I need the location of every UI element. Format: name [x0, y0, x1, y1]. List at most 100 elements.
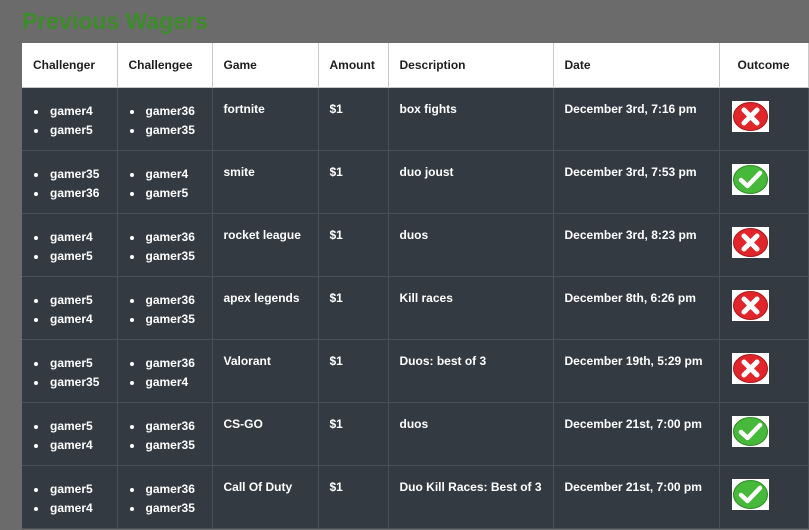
red-x-icon: [731, 226, 769, 258]
challenger-list: gamer4 gamer5: [33, 102, 106, 140]
challengee-list: gamer4 gamer5: [129, 165, 201, 203]
challengee-cell: gamer4 gamer5: [117, 150, 213, 214]
header-description: Description: [388, 43, 554, 88]
amount-cell: $1: [318, 150, 389, 214]
challenger-name: gamer35: [33, 373, 106, 392]
green-check-icon: [731, 163, 769, 195]
table-row: gamer5 gamer4 gamer36 gamer35 CS-GO $1 duos Dec…: [22, 402, 809, 466]
description-cell: Kill races: [388, 276, 554, 340]
date-cell: December 21st, 7:00 pm: [553, 402, 720, 466]
challengee-name: gamer4: [129, 165, 201, 184]
challengee-list: gamer36 gamer35: [129, 480, 201, 518]
challengee-cell: gamer36 gamer35: [117, 87, 213, 151]
table-row: gamer5 gamer4 gamer36 gamer35 Call Of Duty $1…: [22, 465, 809, 529]
page: Previous Wagers Challenger Challengee Ga…: [0, 0, 809, 530]
table-row: gamer4 gamer5 gamer36 gamer35 rocket league $…: [22, 213, 809, 277]
date-cell: December 8th, 6:26 pm: [553, 276, 720, 340]
challenger-name: gamer5: [33, 354, 106, 373]
game-cell: Call Of Duty: [212, 465, 319, 529]
challenger-cell: gamer5 gamer4: [22, 402, 118, 466]
challenger-cell: gamer4 gamer5: [22, 87, 118, 151]
challengee-name: gamer35: [129, 436, 201, 455]
table-row: gamer5 gamer4 gamer36 gamer35 apex legends $1…: [22, 276, 809, 340]
challenger-list: gamer35 gamer36: [33, 165, 106, 203]
description-cell: Duos: best of 3: [388, 339, 554, 403]
header-outcome: Outcome: [719, 43, 809, 88]
challengee-name: gamer5: [129, 184, 201, 203]
challenger-cell: gamer5 gamer4: [22, 465, 118, 529]
outcome-cell: [719, 150, 809, 214]
challenger-name: gamer4: [33, 499, 106, 518]
date-cell: December 21st, 7:00 pm: [553, 465, 720, 529]
challenger-name: gamer5: [33, 417, 106, 436]
challengee-name: gamer35: [129, 499, 201, 518]
challenger-cell: gamer35 gamer36: [22, 150, 118, 214]
date-cell: December 3rd, 7:16 pm: [553, 87, 720, 151]
table-header-row: Challenger Challengee Game Amount Descri…: [22, 43, 809, 88]
table-body: gamer4 gamer5 gamer36 gamer35 fortnite $1 box …: [22, 87, 809, 529]
header-challengee: Challengee: [117, 43, 213, 88]
red-x-icon: [731, 352, 769, 384]
challenger-name: gamer35: [33, 165, 106, 184]
amount-cell: $1: [318, 87, 389, 151]
red-x-icon: [731, 100, 769, 132]
challenger-cell: gamer5 gamer35: [22, 339, 118, 403]
game-cell: apex legends: [212, 276, 319, 340]
header-game: Game: [212, 43, 319, 88]
challengee-name: gamer35: [129, 310, 201, 329]
challenger-cell: gamer4 gamer5: [22, 213, 118, 277]
outcome-cell: [719, 465, 809, 529]
challengee-list: gamer36 gamer35: [129, 417, 201, 455]
challenger-name: gamer5: [33, 121, 106, 140]
header-date: Date: [553, 43, 720, 88]
table-row: gamer4 gamer5 gamer36 gamer35 fortnite $1 box …: [22, 87, 809, 151]
description-cell: Duo Kill Races: Best of 3: [388, 465, 554, 529]
table-header: Challenger Challengee Game Amount Descri…: [22, 43, 809, 88]
challenger-name: gamer5: [33, 247, 106, 266]
challengee-name: gamer35: [129, 247, 201, 266]
game-cell: smite: [212, 150, 319, 214]
challenger-name: gamer36: [33, 184, 106, 203]
table-row: gamer35 gamer36 gamer4 gamer5 smite $1 duo jou…: [22, 150, 809, 214]
challengee-name: gamer35: [129, 121, 201, 140]
challenger-name: gamer4: [33, 310, 106, 329]
wagers-table: Challenger Challengee Game Amount Descri…: [22, 43, 809, 529]
date-cell: December 3rd, 7:53 pm: [553, 150, 720, 214]
amount-cell: $1: [318, 276, 389, 340]
challengee-name: gamer36: [129, 228, 201, 247]
red-x-icon: [731, 289, 769, 321]
date-cell: December 19th, 5:29 pm: [553, 339, 720, 403]
challenger-name: gamer5: [33, 291, 106, 310]
challengee-name: gamer4: [129, 373, 201, 392]
challengee-cell: gamer36 gamer4: [117, 339, 213, 403]
challengee-name: gamer36: [129, 291, 201, 310]
challenger-list: gamer5 gamer4: [33, 417, 106, 455]
challengee-name: gamer36: [129, 417, 201, 436]
challengee-cell: gamer36 gamer35: [117, 402, 213, 466]
outcome-cell: [719, 402, 809, 466]
challengee-list: gamer36 gamer4: [129, 354, 201, 392]
page-title: Previous Wagers: [22, 8, 208, 34]
game-cell: fortnite: [212, 87, 319, 151]
description-cell: box fights: [388, 87, 554, 151]
amount-cell: $1: [318, 213, 389, 277]
outcome-cell: [719, 339, 809, 403]
challengee-name: gamer36: [129, 480, 201, 499]
challenger-list: gamer5 gamer35: [33, 354, 106, 392]
challenger-list: gamer5 gamer4: [33, 480, 106, 518]
challengee-name: gamer36: [129, 354, 201, 373]
amount-cell: $1: [318, 339, 389, 403]
challengee-cell: gamer36 gamer35: [117, 465, 213, 529]
challenger-list: gamer5 gamer4: [33, 291, 106, 329]
challenger-name: gamer4: [33, 436, 106, 455]
challengee-list: gamer36 gamer35: [129, 228, 201, 266]
outcome-cell: [719, 213, 809, 277]
amount-cell: $1: [318, 465, 389, 529]
table-row: gamer5 gamer35 gamer36 gamer4 Valorant $1 Duos…: [22, 339, 809, 403]
outcome-cell: [719, 87, 809, 151]
game-cell: Valorant: [212, 339, 319, 403]
challenger-list: gamer4 gamer5: [33, 228, 106, 266]
challenger-name: gamer4: [33, 102, 106, 121]
header-challenger: Challenger: [22, 43, 118, 88]
challengee-cell: gamer36 gamer35: [117, 276, 213, 340]
